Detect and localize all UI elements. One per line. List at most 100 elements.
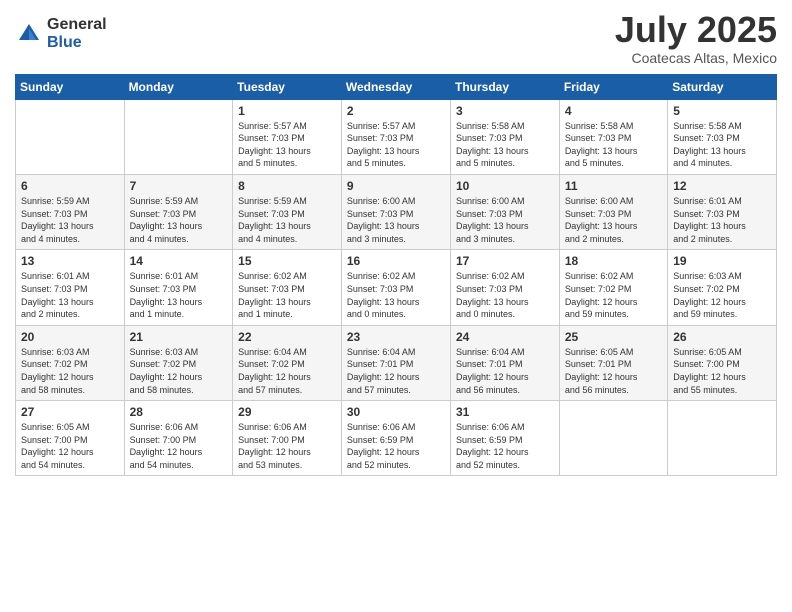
calendar-cell: 31 Sunrise: 6:06 AM Sunset: 6:59 PM Dayli… (450, 401, 559, 476)
day-info: Sunrise: 6:01 AM Sunset: 7:03 PM Dayligh… (21, 270, 119, 320)
calendar-cell: 12 Sunrise: 6:01 AM Sunset: 7:03 PM Dayli… (668, 174, 777, 249)
day-info: Sunrise: 6:03 AM Sunset: 7:02 PM Dayligh… (673, 270, 771, 320)
day-info: Sunrise: 6:05 AM Sunset: 7:01 PM Dayligh… (565, 346, 662, 396)
day-info: Sunrise: 6:02 AM Sunset: 7:03 PM Dayligh… (347, 270, 445, 320)
calendar-cell: 4 Sunrise: 5:58 AM Sunset: 7:03 PM Daylig… (559, 99, 667, 174)
day-number: 24 (456, 330, 554, 344)
calendar-cell: 15Sunrise: 6:02 AM Sunset: 7:03 PM Dayli… (233, 250, 342, 325)
calendar-cell: 11 Sunrise: 6:00 AM Sunset: 7:03 PM Dayli… (559, 174, 667, 249)
day-of-week-header: Tuesday (233, 74, 342, 99)
calendar-cell: 13 Sunrise: 6:01 AM Sunset: 7:03 PM Dayli… (16, 250, 125, 325)
day-number: 12 (673, 179, 771, 193)
day-number: 30 (347, 405, 445, 419)
day-number: 10 (456, 179, 554, 193)
calendar-table: SundayMondayTuesdayWednesdayThursdayFrid… (15, 74, 777, 477)
day-number: 6 (21, 179, 119, 193)
day-number: 27 (21, 405, 119, 419)
header: General Blue July 2025 Coatecas Altas, M… (15, 10, 777, 66)
day-number: 7 (130, 179, 228, 193)
calendar-page: General Blue July 2025 Coatecas Altas, M… (0, 0, 792, 612)
calendar-cell: 25 Sunrise: 6:05 AM Sunset: 7:01 PM Dayli… (559, 325, 667, 400)
calendar-cell: 19Sunrise: 6:03 AM Sunset: 7:02 PM Dayli… (668, 250, 777, 325)
calendar-cell (559, 401, 667, 476)
day-number: 14 (130, 254, 228, 268)
calendar-cell: 17Sunrise: 6:02 AM Sunset: 7:03 PM Dayli… (450, 250, 559, 325)
calendar-cell: 1 Sunrise: 5:57 AM Sunset: 7:03 PM Daylig… (233, 99, 342, 174)
calendar-cell: 2 Sunrise: 5:57 AM Sunset: 7:03 PM Daylig… (341, 99, 450, 174)
location-subtitle: Coatecas Altas, Mexico (615, 50, 777, 66)
day-info: Sunrise: 5:59 AM Sunset: 7:03 PM Dayligh… (21, 195, 119, 245)
calendar-cell: 16 Sunrise: 6:02 AM Sunset: 7:03 PM Dayli… (341, 250, 450, 325)
day-info: Sunrise: 6:00 AM Sunset: 7:03 PM Dayligh… (347, 195, 445, 245)
day-info: Sunrise: 5:59 AM Sunset: 7:03 PM Dayligh… (238, 195, 336, 245)
calendar-cell: 14 Sunrise: 6:01 AM Sunset: 7:03 PM Dayli… (124, 250, 233, 325)
day-number: 26 (673, 330, 771, 344)
day-info: Sunrise: 6:02 AM Sunset: 7:02 PM Dayligh… (565, 270, 662, 320)
day-of-week-header: Friday (559, 74, 667, 99)
calendar-cell: 30 Sunrise: 6:06 AM Sunset: 6:59 PM Dayli… (341, 401, 450, 476)
logo-general-text: General (47, 16, 107, 34)
day-number: 3 (456, 104, 554, 118)
calendar-cell: 8 Sunrise: 5:59 AM Sunset: 7:03 PM Daylig… (233, 174, 342, 249)
day-number: 18 (565, 254, 662, 268)
day-info: Sunrise: 5:58 AM Sunset: 7:03 PM Dayligh… (565, 120, 662, 170)
day-number: 16 (347, 254, 445, 268)
calendar-cell: 7 Sunrise: 5:59 AM Sunset: 7:03 PM Daylig… (124, 174, 233, 249)
day-info: Sunrise: 6:06 AM Sunset: 6:59 PM Dayligh… (456, 421, 554, 471)
month-year-title: July 2025 (615, 10, 777, 50)
day-number: 9 (347, 179, 445, 193)
day-of-week-header: Thursday (450, 74, 559, 99)
day-of-week-header: Monday (124, 74, 233, 99)
calendar-cell: 27 Sunrise: 6:05 AM Sunset: 7:00 PM Dayli… (16, 401, 125, 476)
day-number: 11 (565, 179, 662, 193)
day-info: Sunrise: 6:01 AM Sunset: 7:03 PM Dayligh… (130, 270, 228, 320)
logo-text: General Blue (47, 16, 107, 51)
day-number: 20 (21, 330, 119, 344)
day-info: Sunrise: 6:04 AM Sunset: 7:01 PM Dayligh… (456, 346, 554, 396)
day-info: Sunrise: 6:01 AM Sunset: 7:03 PM Dayligh… (673, 195, 771, 245)
calendar-cell: 3Sunrise: 5:58 AM Sunset: 7:03 PM Daylig… (450, 99, 559, 174)
day-info: Sunrise: 5:57 AM Sunset: 7:03 PM Dayligh… (238, 120, 336, 170)
day-info: Sunrise: 5:57 AM Sunset: 7:03 PM Dayligh… (347, 120, 445, 170)
calendar-week-row: 6 Sunrise: 5:59 AM Sunset: 7:03 PM Daylig… (16, 174, 777, 249)
calendar-cell: 24 Sunrise: 6:04 AM Sunset: 7:01 PM Dayli… (450, 325, 559, 400)
calendar-cell: 22 Sunrise: 6:04 AM Sunset: 7:02 PM Dayli… (233, 325, 342, 400)
day-info: Sunrise: 5:59 AM Sunset: 7:03 PM Dayligh… (130, 195, 228, 245)
day-number: 8 (238, 179, 336, 193)
day-number: 23 (347, 330, 445, 344)
day-number: 17 (456, 254, 554, 268)
calendar-cell: 5Sunrise: 5:58 AM Sunset: 7:03 PM Daylig… (668, 99, 777, 174)
day-of-week-header: Wednesday (341, 74, 450, 99)
calendar-cell (124, 99, 233, 174)
day-info: Sunrise: 6:06 AM Sunset: 7:00 PM Dayligh… (238, 421, 336, 471)
day-number: 25 (565, 330, 662, 344)
day-info: Sunrise: 6:05 AM Sunset: 7:00 PM Dayligh… (21, 421, 119, 471)
calendar-week-row: 27 Sunrise: 6:05 AM Sunset: 7:00 PM Dayli… (16, 401, 777, 476)
calendar-cell: 9 Sunrise: 6:00 AM Sunset: 7:03 PM Daylig… (341, 174, 450, 249)
day-info: Sunrise: 6:04 AM Sunset: 7:02 PM Dayligh… (238, 346, 336, 396)
day-info: Sunrise: 6:05 AM Sunset: 7:00 PM Dayligh… (673, 346, 771, 396)
day-number: 4 (565, 104, 662, 118)
day-number: 31 (456, 405, 554, 419)
day-info: Sunrise: 6:00 AM Sunset: 7:03 PM Dayligh… (565, 195, 662, 245)
day-number: 1 (238, 104, 336, 118)
calendar-cell (16, 99, 125, 174)
calendar-cell: 18 Sunrise: 6:02 AM Sunset: 7:02 PM Dayli… (559, 250, 667, 325)
day-of-week-header: Sunday (16, 74, 125, 99)
day-number: 13 (21, 254, 119, 268)
calendar-week-row: 20Sunrise: 6:03 AM Sunset: 7:02 PM Dayli… (16, 325, 777, 400)
logo: General Blue (15, 16, 107, 51)
day-number: 21 (130, 330, 228, 344)
day-info: Sunrise: 6:04 AM Sunset: 7:01 PM Dayligh… (347, 346, 445, 396)
calendar-cell: 26 Sunrise: 6:05 AM Sunset: 7:00 PM Dayli… (668, 325, 777, 400)
calendar-cell: 23 Sunrise: 6:04 AM Sunset: 7:01 PM Dayli… (341, 325, 450, 400)
day-number: 22 (238, 330, 336, 344)
calendar-cell: 20Sunrise: 6:03 AM Sunset: 7:02 PM Dayli… (16, 325, 125, 400)
day-info: Sunrise: 6:06 AM Sunset: 6:59 PM Dayligh… (347, 421, 445, 471)
day-number: 2 (347, 104, 445, 118)
calendar-cell (668, 401, 777, 476)
calendar-week-row: 1 Sunrise: 5:57 AM Sunset: 7:03 PM Daylig… (16, 99, 777, 174)
day-info: Sunrise: 6:06 AM Sunset: 7:00 PM Dayligh… (130, 421, 228, 471)
day-info: Sunrise: 5:58 AM Sunset: 7:03 PM Dayligh… (673, 120, 771, 170)
calendar-cell: 6 Sunrise: 5:59 AM Sunset: 7:03 PM Daylig… (16, 174, 125, 249)
